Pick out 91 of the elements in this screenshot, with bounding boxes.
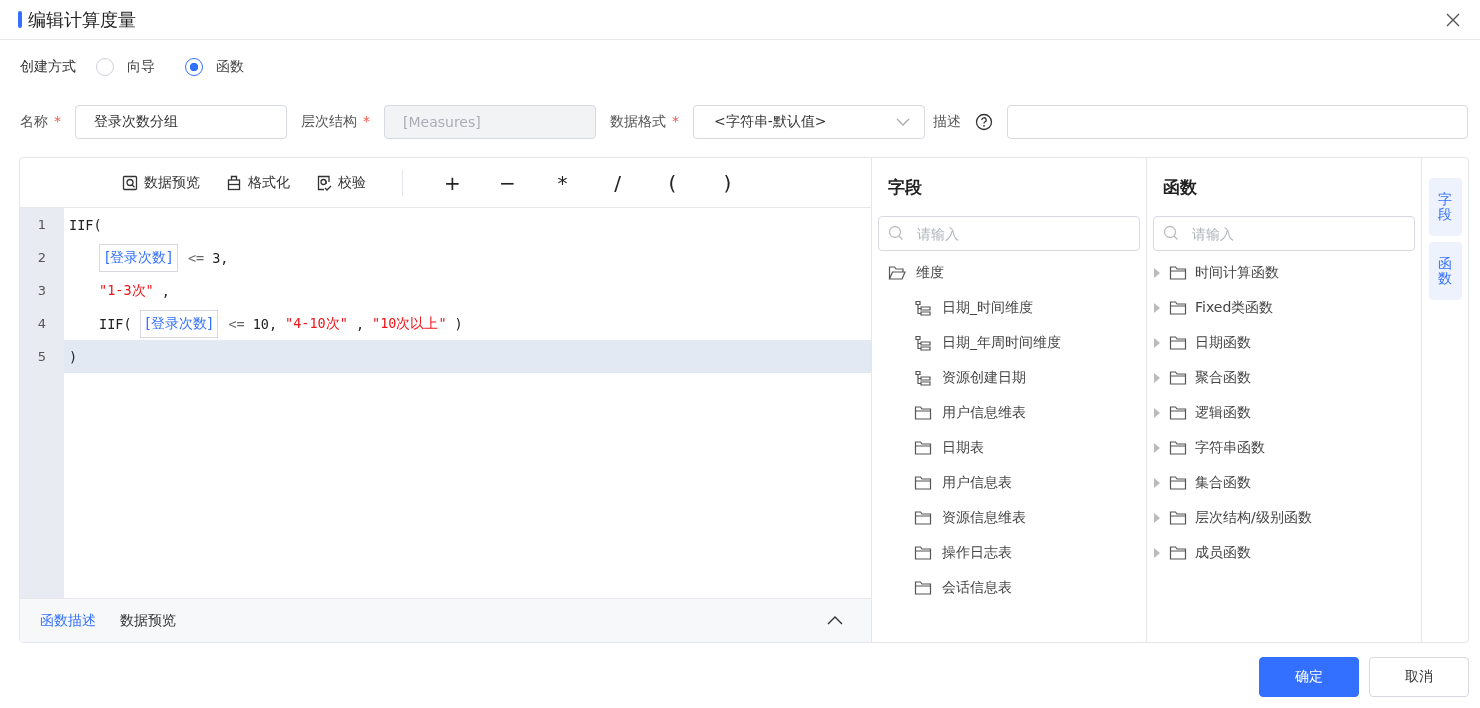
tree-item[interactable]: 集合函数 xyxy=(1153,465,1415,500)
dialog-title: 编辑计算度量 xyxy=(28,7,137,32)
chevron-down-icon xyxy=(896,118,910,126)
line-number: 5 xyxy=(20,340,64,373)
toolbar-button[interactable]: 校验 xyxy=(316,173,366,192)
tree-item[interactable]: 时间计算函数 xyxy=(1153,255,1415,290)
operator-button[interactable]: + xyxy=(425,170,480,195)
help-icon[interactable] xyxy=(975,113,993,131)
tree-item[interactable]: 成员函数 xyxy=(1153,535,1415,570)
search-icon xyxy=(1163,225,1179,241)
code-text: , xyxy=(161,282,170,299)
toolbar-button[interactable]: 格式化 xyxy=(226,173,290,192)
search-field[interactable]: 请输入 xyxy=(1153,216,1415,251)
code-text: IIF( xyxy=(69,216,102,233)
hierarchy-icon xyxy=(914,334,932,351)
tree-item[interactable]: 逻辑函数 xyxy=(1153,395,1415,430)
side-tab[interactable]: 字段 xyxy=(1428,178,1462,236)
operator-button[interactable]: ( xyxy=(645,170,700,195)
folder-icon xyxy=(1169,509,1187,526)
tree-item[interactable]: 日期表 xyxy=(878,430,1140,465)
tree-item[interactable]: 日期函数 xyxy=(1153,325,1415,360)
operator-button[interactable]: * xyxy=(535,170,590,195)
side-tab[interactable]: 函数 xyxy=(1428,242,1462,300)
line-number: 4 xyxy=(20,307,64,340)
code-string: "10次以上" xyxy=(372,314,447,333)
field-label: 名称 * xyxy=(20,113,61,131)
preview-icon xyxy=(122,174,138,191)
folder-icon xyxy=(1169,334,1187,351)
tree-item[interactable]: 日期_年周时间维度 xyxy=(878,325,1140,360)
code-operator: <= xyxy=(187,249,205,266)
chevron-up-icon[interactable] xyxy=(827,616,843,625)
input-field[interactable] xyxy=(1007,105,1468,139)
operator-button[interactable]: / xyxy=(590,170,645,195)
confirm-button[interactable]: 确定 xyxy=(1259,657,1359,697)
search-icon xyxy=(888,225,904,241)
clipboard-icon xyxy=(226,174,242,191)
create-mode-label: 创建方式 xyxy=(20,58,76,76)
check-document-icon xyxy=(316,174,332,191)
tree-item[interactable]: 层次结构/级别函数 xyxy=(1153,500,1415,535)
field-label: 描述 xyxy=(933,113,961,131)
field-label: 数据格式 * xyxy=(610,113,679,131)
format-select[interactable]: <字符串-默认值> xyxy=(693,105,925,139)
tree-item[interactable]: 字符串函数 xyxy=(1153,430,1415,465)
radio-option[interactable]: 向导 xyxy=(96,58,155,76)
folder-icon xyxy=(1169,369,1187,386)
title-accent-bar xyxy=(18,11,22,28)
bottom-tab[interactable]: 数据预览 xyxy=(120,611,176,630)
panel-title: 函数 xyxy=(1162,176,1198,198)
code-text: ) xyxy=(454,315,463,332)
code-text: , xyxy=(355,315,365,332)
tree-item[interactable]: 用户信息表 xyxy=(878,465,1140,500)
tree-item[interactable]: 用户信息维表 xyxy=(878,395,1140,430)
hierarchy-icon xyxy=(914,299,932,316)
code-text: IIF( xyxy=(99,315,132,332)
folder-icon xyxy=(1169,544,1187,561)
folder-icon xyxy=(1169,474,1187,491)
close-icon[interactable] xyxy=(1446,12,1460,27)
tree-item[interactable]: 会话信息表 xyxy=(878,570,1140,605)
tree-item[interactable]: 资源信息维表 xyxy=(878,500,1140,535)
operator-button[interactable]: ) xyxy=(700,170,755,195)
tree-item[interactable]: 操作日志表 xyxy=(878,535,1140,570)
code-text: 10, xyxy=(252,315,278,332)
input-field[interactable]: 登录次数分组 xyxy=(75,105,287,139)
operator-button[interactable]: − xyxy=(480,170,535,195)
tree-item[interactable]: 聚合函数 xyxy=(1153,360,1415,395)
tree-item[interactable]: 维度 xyxy=(878,255,1140,290)
folder-icon xyxy=(1169,439,1187,456)
folder-icon xyxy=(1169,404,1187,421)
code-operator: <= xyxy=(228,315,245,332)
code-text: ) xyxy=(69,348,78,365)
line-number: 3 xyxy=(20,274,64,307)
field-reference-chip[interactable]: [登录次数] xyxy=(99,243,178,272)
panel-title: 字段 xyxy=(887,176,923,198)
bottom-tab[interactable]: 函数描述 xyxy=(40,611,96,630)
tree-item[interactable]: 日期_时间维度 xyxy=(878,290,1140,325)
code-string: "1-3次" xyxy=(99,281,154,300)
line-number: 2 xyxy=(20,241,64,274)
folder-icon xyxy=(1169,299,1187,316)
search-field[interactable]: 请输入 xyxy=(878,216,1140,251)
tree-item[interactable]: Fixed类函数 xyxy=(1153,290,1415,325)
field-label: 层次结构 * xyxy=(301,113,370,131)
tree-item[interactable]: 资源创建日期 xyxy=(878,360,1140,395)
toolbar-button[interactable]: 数据预览 xyxy=(122,173,200,192)
code-string: "4-10次" xyxy=(285,314,348,333)
hierarchy-icon xyxy=(914,369,932,386)
code-text: 3, xyxy=(212,249,229,266)
folder-icon xyxy=(1169,264,1187,281)
line-number: 1 xyxy=(20,208,64,241)
radio-option[interactable]: 函数 xyxy=(185,58,244,76)
field-reference-chip[interactable]: [登录次数] xyxy=(139,309,219,338)
cancel-button[interactable]: 取消 xyxy=(1369,657,1469,697)
